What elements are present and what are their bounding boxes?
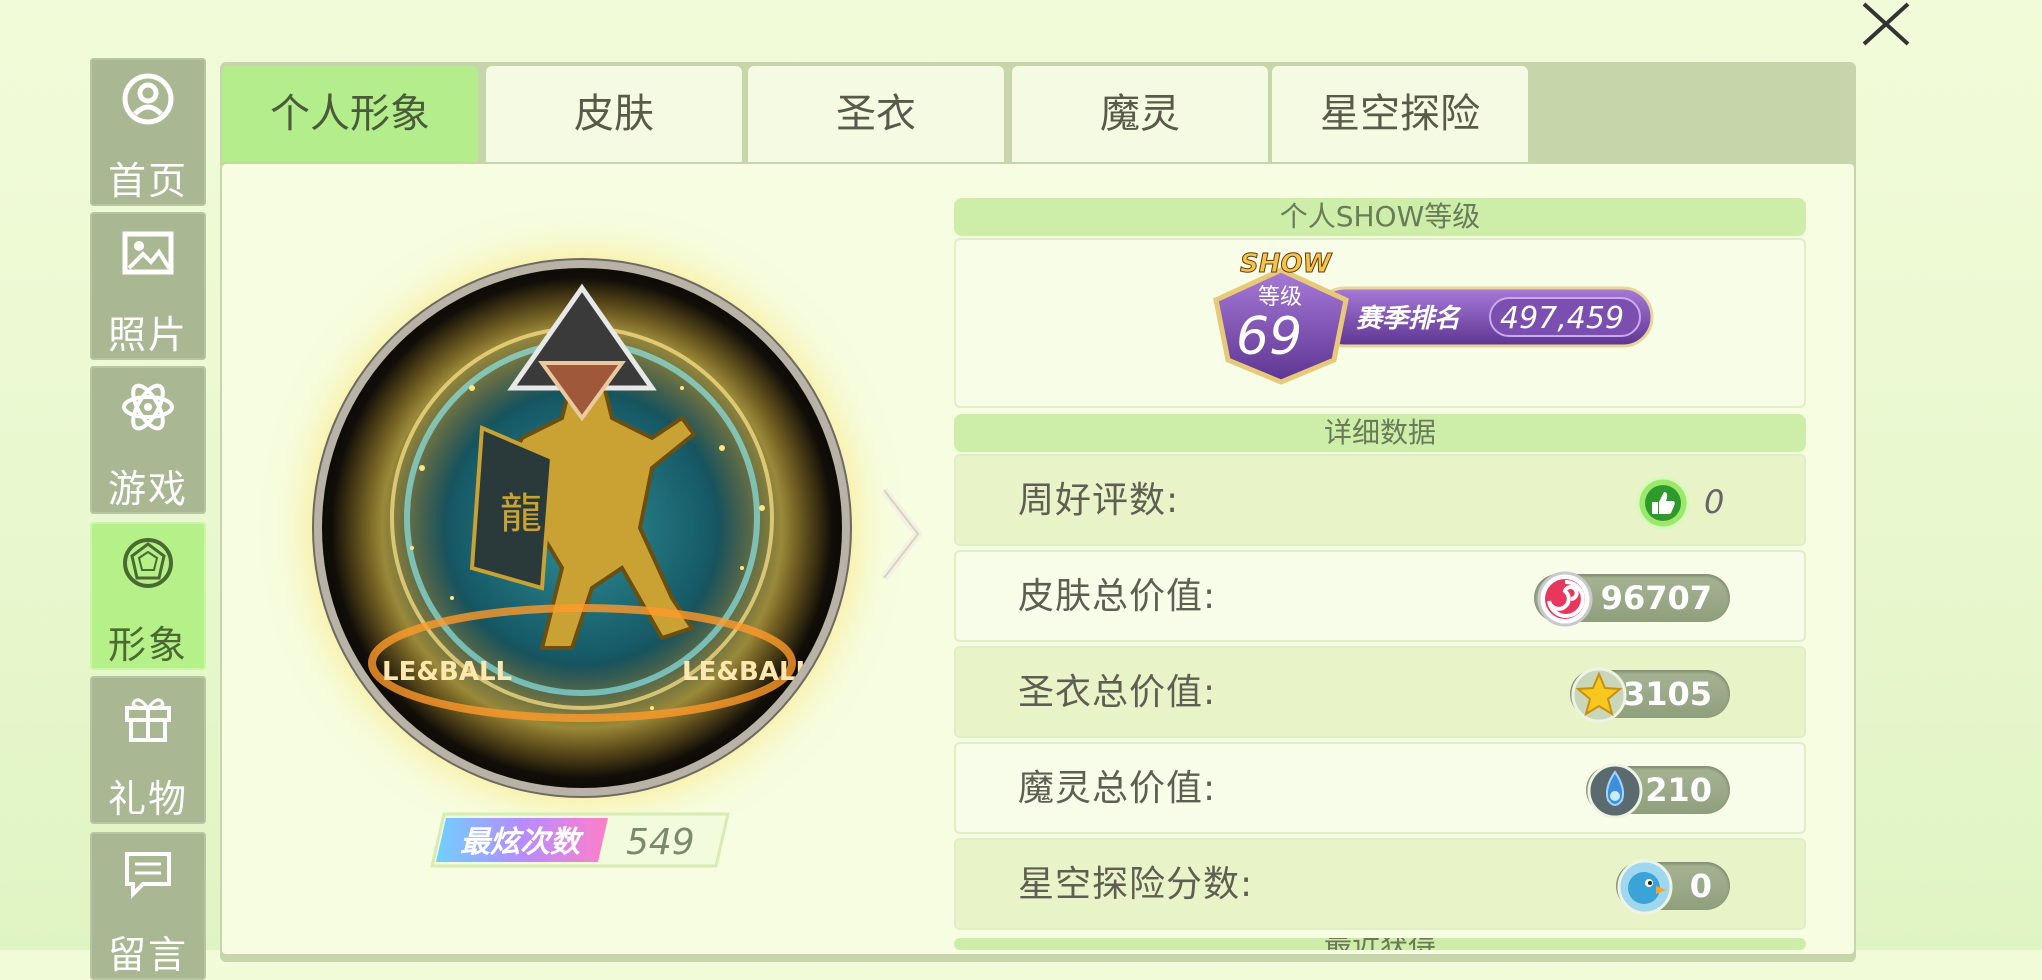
bird-icon bbox=[1617, 859, 1673, 915]
stat-label: 圣衣总价值: bbox=[1018, 672, 1217, 713]
stat-label: 魔灵总价值: bbox=[1018, 768, 1217, 809]
message-icon bbox=[125, 852, 171, 899]
sidebar-item-label: 游戏 bbox=[107, 467, 188, 511]
tab-star-adventure[interactable]: 星空探险 bbox=[1272, 66, 1528, 162]
atom-icon bbox=[122, 383, 174, 431]
badge-show-word: SHOW bbox=[1240, 249, 1333, 279]
stat-row-skin-value: 皮肤总价值: 96707 bbox=[954, 550, 1806, 642]
thumbs-up-icon bbox=[1636, 476, 1690, 530]
stat-label: 星空探险分数: bbox=[1018, 864, 1254, 905]
sidebar-item-avatar[interactable]: 形象 bbox=[90, 522, 206, 670]
sidebar-item-label: 礼物 bbox=[107, 777, 188, 821]
sidebar-item-photos[interactable]: 照片 bbox=[90, 212, 206, 360]
tab-holy-armor[interactable]: 圣衣 bbox=[748, 66, 1004, 162]
detail-data-header: 详细数据 bbox=[954, 414, 1806, 452]
avatar-portrait[interactable]: 龍 LE&BALL LE&BALL bbox=[322, 268, 842, 788]
stat-row-armor-value: 圣衣总价值: 3105 bbox=[954, 646, 1806, 738]
photo-icon bbox=[122, 231, 174, 275]
star-icon bbox=[1571, 667, 1627, 723]
sidebar-item-label: 留言 bbox=[107, 933, 188, 977]
gem-icon bbox=[123, 538, 173, 588]
character-illustration: 龍 LE&BALL LE&BALL bbox=[332, 278, 832, 778]
tab-spirit[interactable]: 魔灵 bbox=[1012, 66, 1268, 162]
sidebar-item-label: 首页 bbox=[107, 159, 188, 203]
sidebar-item-label: 形象 bbox=[107, 623, 188, 667]
tab-skin[interactable]: 皮肤 bbox=[486, 66, 742, 162]
tab-personal-image[interactable]: 个人形象 bbox=[222, 66, 478, 162]
spirit-icon bbox=[1587, 763, 1643, 819]
stat-row-weekly-likes: 周好评数: 0 bbox=[954, 454, 1806, 546]
recent-acquired-header: 最近获得 bbox=[954, 938, 1806, 950]
show-level-badge: 赛季排名 497,459 SHOW 等级 69 bbox=[1213, 249, 1654, 385]
stat-row-spirit-value: 魔灵总价值: 210 bbox=[954, 742, 1806, 834]
svg-text:龍: 龍 bbox=[500, 489, 542, 538]
ring-text: LE&BALL bbox=[382, 657, 512, 687]
show-level-header: 个人SHOW等级 bbox=[954, 198, 1806, 236]
sidebar-item-messages[interactable]: 留言 bbox=[90, 832, 206, 980]
stat-value: 0 bbox=[1704, 483, 1725, 521]
season-rank-label: 赛季排名 bbox=[1356, 304, 1462, 334]
candy-icon bbox=[1537, 571, 1593, 627]
view-count-label: 最炫次数 bbox=[460, 825, 584, 860]
chevron-right-icon[interactable] bbox=[878, 484, 926, 584]
user-icon bbox=[122, 73, 174, 125]
gift-icon bbox=[125, 698, 171, 742]
stat-label: 皮肤总价值: bbox=[1018, 576, 1217, 617]
stat-row-star-adventure-score: 星空探险分数: 0 bbox=[954, 838, 1806, 930]
sidebar-item-label: 照片 bbox=[107, 313, 188, 357]
sidebar-item-gifts[interactable]: 礼物 bbox=[90, 676, 206, 824]
view-count-badge: 最炫次数 549 bbox=[430, 812, 730, 868]
season-rank-value: 497,459 bbox=[1500, 301, 1624, 336]
sidebar-item-games[interactable]: 游戏 bbox=[90, 366, 206, 514]
show-level-number: 69 bbox=[1236, 307, 1302, 367]
stat-label: 周好评数: bbox=[1018, 480, 1180, 521]
view-count-value: 549 bbox=[626, 822, 695, 863]
sidebar-item-home[interactable]: 首页 bbox=[90, 58, 206, 206]
